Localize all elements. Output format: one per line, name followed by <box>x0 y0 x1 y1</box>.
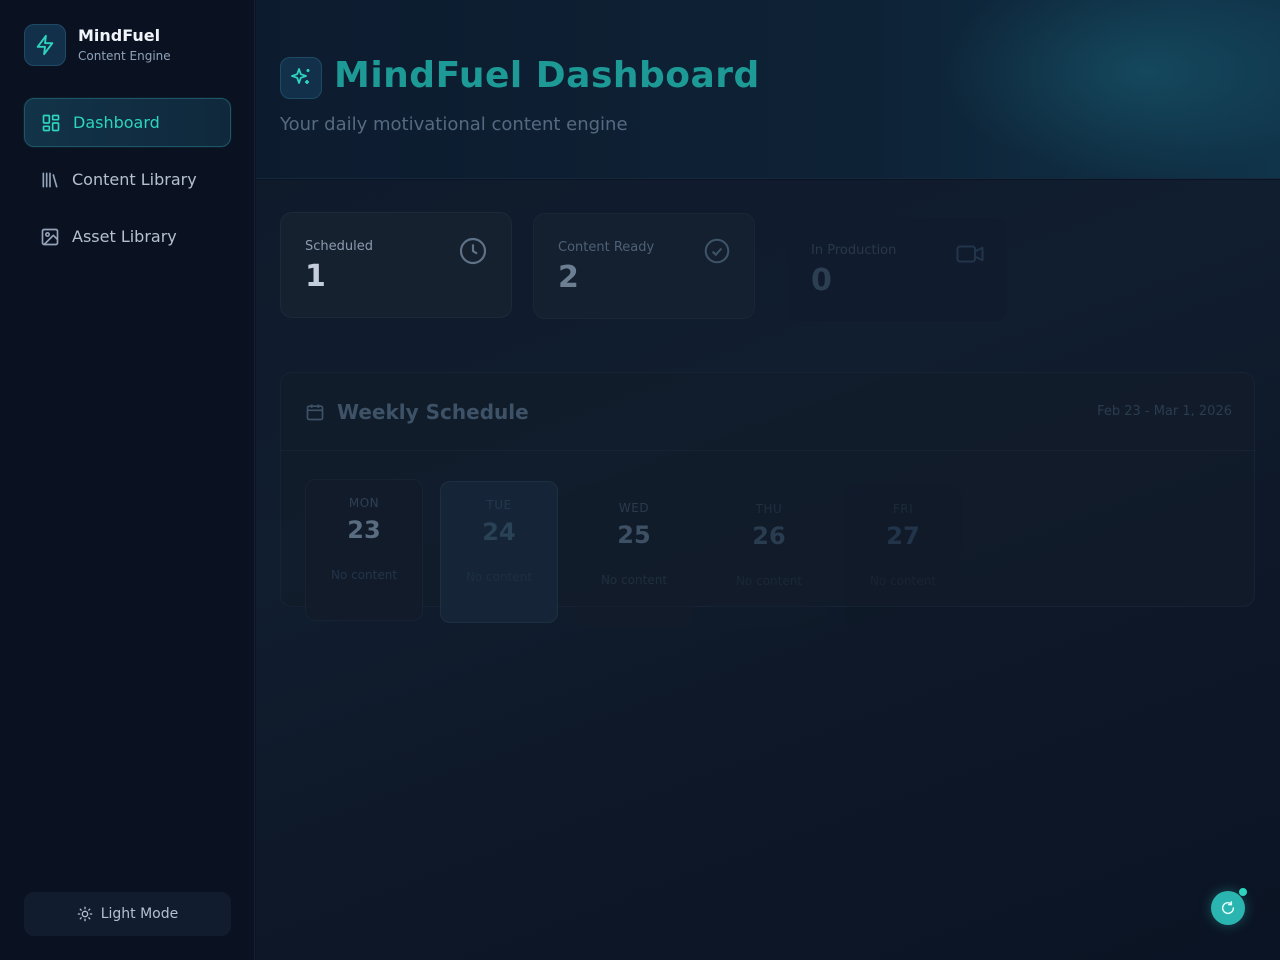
day-card-tue[interactable]: TUE 24 No content <box>440 481 558 623</box>
stat-card-content-ready: Content Ready 2 <box>533 213 755 319</box>
sun-icon <box>77 906 93 922</box>
library-icon <box>42 172 58 187</box>
day-number: 23 <box>347 516 381 544</box>
day-card-thu[interactable]: THU 26 No content <box>710 486 828 628</box>
grid-icon <box>42 114 60 131</box>
stat-value: 2 <box>558 260 579 295</box>
day-status: No content <box>600 573 668 587</box>
page-header: MindFuel Dashboard Your daily motivation… <box>256 0 1280 179</box>
schedule-date-range: Feb 23 - Mar 1, 2026 <box>1097 404 1232 419</box>
stat-card-scheduled: Scheduled 1 <box>280 212 512 318</box>
main-content: MindFuel Dashboard Your daily motivation… <box>256 0 1280 960</box>
schedule-title: Weekly Schedule <box>337 400 529 424</box>
day-number: 26 <box>752 522 786 550</box>
clock-icon <box>457 235 489 271</box>
stat-value: 1 <box>305 259 326 294</box>
day-status: No content <box>735 574 803 588</box>
brand-title: MindFuel <box>78 26 161 45</box>
stat-label: Scheduled <box>305 239 373 254</box>
day-name: MON <box>348 496 380 510</box>
day-name: WED <box>618 501 650 515</box>
assistant-button[interactable] <box>1211 891 1245 925</box>
lightning-icon <box>24 24 66 66</box>
video-icon <box>955 239 985 273</box>
sidebar-nav: Dashboard Content Library Asset Library <box>24 98 231 269</box>
stat-card-in-production: In Production 0 <box>786 216 1008 322</box>
calendar-icon <box>305 402 325 426</box>
brand-subtitle: Content Engine <box>78 49 171 63</box>
day-name: TUE <box>486 498 512 512</box>
day-status: No content <box>330 568 398 582</box>
sidebar-item-label: Dashboard <box>73 113 160 132</box>
day-number: 27 <box>886 522 920 550</box>
sidebar: MindFuel Content Engine Dashboard Conten… <box>0 0 255 960</box>
stat-value: 0 <box>811 263 832 298</box>
sidebar-item-label: Asset Library <box>72 227 177 246</box>
day-status: No content <box>869 574 937 588</box>
notification-dot <box>1239 888 1247 896</box>
day-status: No content <box>465 570 533 584</box>
page-title: MindFuel Dashboard <box>334 55 760 96</box>
sidebar-item-dashboard[interactable]: Dashboard <box>24 98 231 147</box>
day-number: 24 <box>482 518 516 546</box>
page-subtitle: Your daily motivational content engine <box>280 114 628 135</box>
day-name: THU <box>755 502 783 516</box>
day-card-mon[interactable]: MON 23 No content <box>305 479 423 621</box>
day-card-fri[interactable]: FRI 27 No content <box>844 486 962 628</box>
brand: MindFuel Content Engine <box>24 24 171 66</box>
weekly-schedule: Weekly Schedule Feb 23 - Mar 1, 2026 MON… <box>280 372 1256 628</box>
day-card-wed[interactable]: WED 25 No content <box>575 485 693 627</box>
day-number: 25 <box>617 521 651 549</box>
light-mode-label: Light Mode <box>100 906 179 922</box>
schedule-header: Weekly Schedule Feb 23 - Mar 1, 2026 <box>281 373 1256 451</box>
sidebar-item-asset-library[interactable]: Asset Library <box>24 212 231 261</box>
stat-label: Content Ready <box>558 240 655 255</box>
light-mode-button[interactable]: Light Mode <box>24 892 231 936</box>
sidebar-item-content-library[interactable]: Content Library <box>24 155 231 204</box>
refresh-icon <box>1221 901 1235 915</box>
sparkles-icon <box>280 57 322 99</box>
sidebar-item-label: Content Library <box>72 170 197 189</box>
check-circle-icon <box>702 236 732 270</box>
stat-label: In Production <box>811 243 897 258</box>
image-icon <box>41 228 59 245</box>
day-name: FRI <box>892 502 914 516</box>
